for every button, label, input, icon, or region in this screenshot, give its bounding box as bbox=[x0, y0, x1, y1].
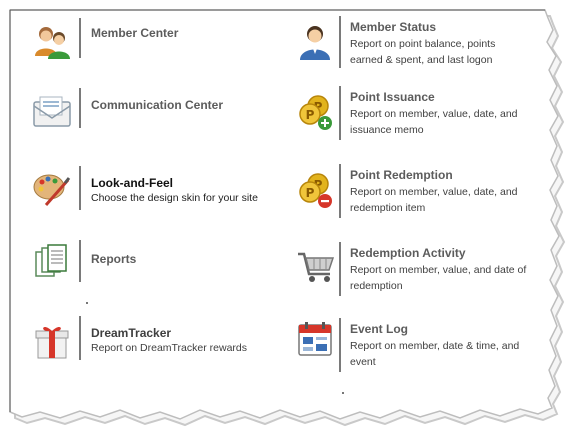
item-title: Point Redemption bbox=[350, 168, 453, 182]
stray-mark bbox=[342, 392, 344, 394]
menu-item-look-and-feel[interactable]: Look-and-Feel Choose the design skin for… bbox=[24, 164, 286, 216]
item-description: Report on member, value, and date of red… bbox=[350, 264, 527, 292]
svg-text:P: P bbox=[306, 108, 315, 122]
item-description: Report on member, date & time, and event bbox=[350, 340, 520, 368]
item-divider bbox=[79, 166, 81, 210]
item-title: Look-and-Feel bbox=[91, 176, 174, 190]
item-divider bbox=[79, 240, 81, 282]
item-divider bbox=[339, 164, 341, 218]
menu-item-event-log[interactable]: Event Log Report on member, date & time,… bbox=[290, 316, 540, 376]
menu-panel: Member Center Member Status Report on po… bbox=[0, 0, 577, 445]
item-title: Member Status bbox=[350, 20, 437, 34]
item-title: Member Center bbox=[91, 26, 179, 40]
item-divider bbox=[339, 242, 341, 296]
gift-icon bbox=[32, 322, 72, 360]
item-title: Redemption Activity bbox=[350, 246, 466, 260]
coins-minus-icon: P P bbox=[296, 172, 334, 210]
item-title: Reports bbox=[91, 252, 137, 266]
stray-mark bbox=[86, 302, 88, 304]
user-icon bbox=[296, 24, 334, 62]
menu-item-member-center[interactable]: Member Center bbox=[24, 14, 274, 66]
menu-item-member-status[interactable]: Member Status Report on point balance, p… bbox=[290, 12, 540, 72]
item-title: Point Issuance bbox=[350, 90, 435, 104]
item-description: Report on point balance, points earned &… bbox=[350, 38, 496, 66]
menu-item-point-issuance[interactable]: P P Point Issuance Report on member, val… bbox=[290, 84, 540, 144]
item-divider bbox=[79, 18, 81, 58]
item-description: Report on member, value, date, and redem… bbox=[350, 186, 518, 214]
members-icon bbox=[32, 24, 72, 60]
item-divider bbox=[339, 86, 341, 140]
palette-icon bbox=[32, 170, 72, 208]
item-title: Event Log bbox=[350, 322, 409, 336]
item-description: Report on DreamTracker rewards bbox=[91, 342, 247, 354]
report-icon bbox=[32, 244, 72, 282]
item-title: Communication Center bbox=[91, 98, 224, 112]
item-divider bbox=[79, 316, 81, 360]
item-divider bbox=[339, 16, 341, 68]
item-description: Report on member, value, date, and issua… bbox=[350, 108, 518, 136]
svg-text:P: P bbox=[306, 186, 315, 200]
item-divider bbox=[339, 318, 341, 372]
menu-item-redemption-activity[interactable]: Redemption Activity Report on member, va… bbox=[290, 240, 540, 300]
cart-icon bbox=[296, 248, 336, 286]
menu-item-communication-center[interactable]: Communication Center bbox=[24, 84, 274, 136]
menu-item-point-redemption[interactable]: P P Point Redemption Report on member, v… bbox=[290, 162, 540, 222]
menu-item-dreamtracker[interactable]: DreamTracker Report on DreamTracker rewa… bbox=[24, 314, 286, 366]
envelope-icon bbox=[32, 94, 72, 128]
calendar-icon bbox=[296, 320, 334, 358]
item-title: DreamTracker bbox=[91, 326, 172, 340]
item-divider bbox=[79, 88, 81, 128]
coins-plus-icon: P P bbox=[296, 94, 334, 132]
item-description: Choose the design skin for your site bbox=[91, 192, 258, 204]
menu-item-reports[interactable]: Reports bbox=[24, 238, 274, 290]
